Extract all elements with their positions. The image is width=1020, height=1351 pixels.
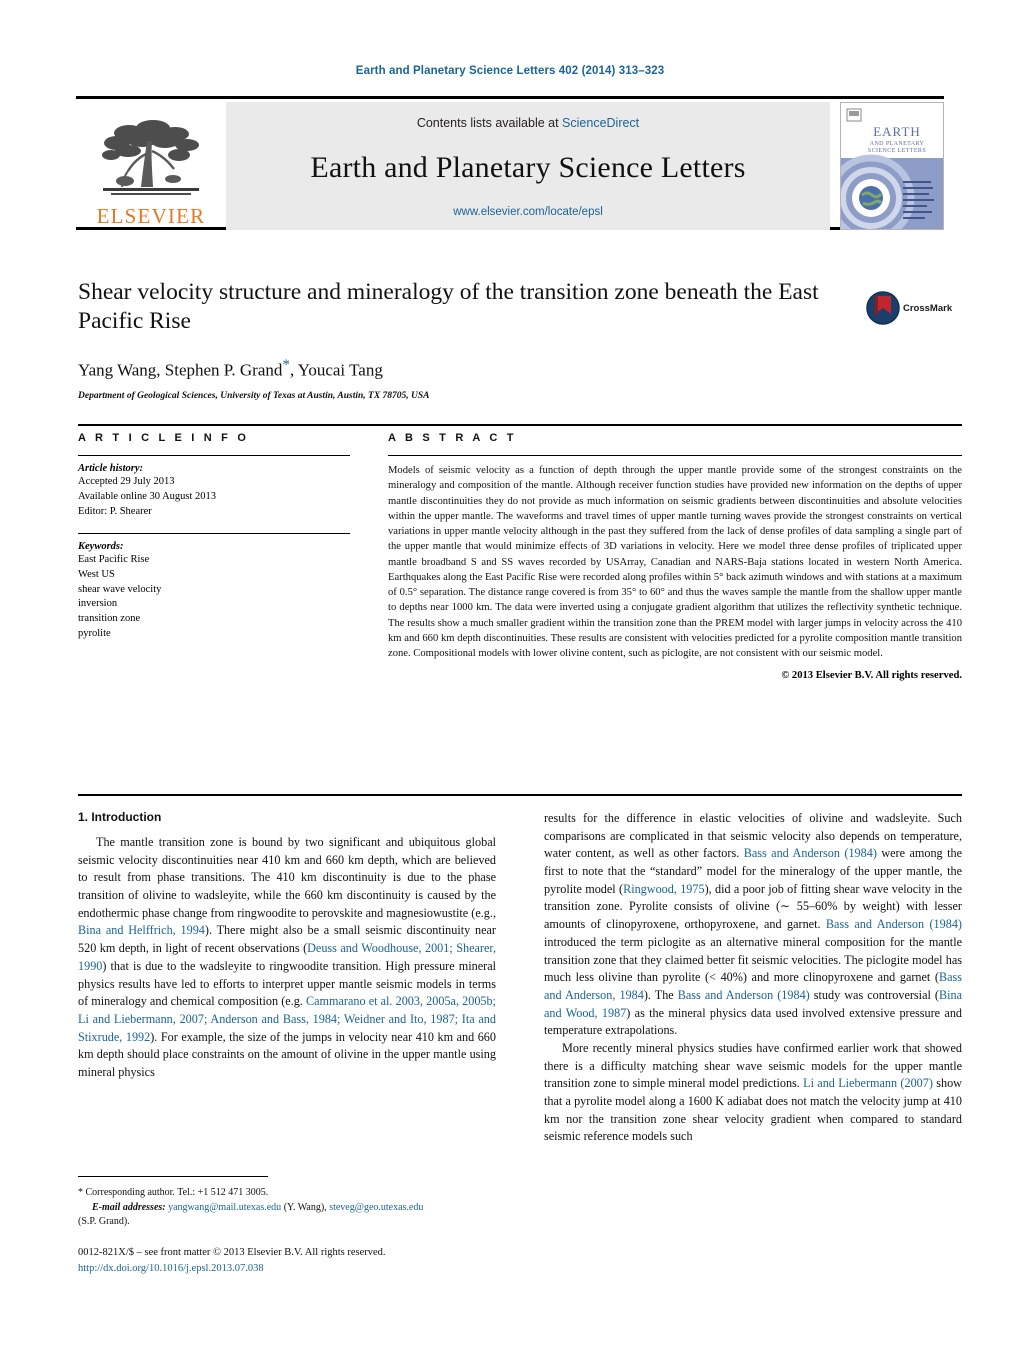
title-block: Shear velocity structure and mineralogy …	[78, 278, 858, 401]
citation-link[interactable]: Li and Liebermann (2007)	[803, 1076, 933, 1090]
article-history-label: Article history:	[78, 463, 144, 474]
running-head: Earth and Planetary Science Letters 402 …	[355, 65, 665, 77]
paragraph-intro-right-1: results for the difference in elastic ve…	[544, 810, 962, 1040]
paper-page: Earth and Planetary Science Letters 402 …	[0, 0, 1020, 1351]
email-link-grand[interactable]: steveg@geo.utexas.edu	[329, 1202, 423, 1213]
svg-text:SCIENCE LETTERS: SCIENCE LETTERS	[868, 148, 926, 154]
corresponding-author-note: * Corresponding author. Tel.: +1 512 471…	[78, 1186, 496, 1201]
body-column-right: results for the difference in elastic ve…	[544, 810, 962, 1146]
issn-front-matter: 0012-821X/$ – see front matter © 2013 El…	[78, 1247, 386, 1258]
author-affiliation: Department of Geological Sciences, Unive…	[78, 391, 430, 402]
email-link-wang[interactable]: yangwang@mail.utexas.edu	[168, 1202, 281, 1213]
keyword-item: shear wave velocity	[78, 583, 162, 595]
body-columns: 1. Introduction The mantle transition zo…	[78, 810, 962, 1146]
article-info-heading: A R T I C L E I N F O	[78, 432, 250, 444]
contents-prefix: Contents lists available at	[416, 116, 563, 130]
citation-link[interactable]: Bass and Anderson (1984)	[744, 846, 877, 860]
text-run: introduced the term piclogite as an alte…	[544, 934, 962, 985]
abstract-text: Models of seismic velocity as a function…	[388, 465, 962, 659]
abstract-column: A B S T R A C T Models of seismic veloci…	[388, 432, 962, 681]
text-run: (Y. Wang),	[281, 1201, 330, 1213]
elsevier-tree-icon	[102, 120, 199, 195]
authors-tail: , Youcai Tang	[289, 360, 383, 380]
crossmark-badge[interactable]: CrossMark	[866, 286, 962, 330]
text-run: study was controversial (	[809, 987, 939, 1002]
divider-above-info	[78, 424, 962, 426]
footnote-divider	[78, 1176, 268, 1177]
citation-link[interactable]: Bina and Helffrich, 1994	[78, 923, 205, 937]
doi-link[interactable]: http://dx.doi.org/10.1016/j.epsl.2013.07…	[78, 1261, 508, 1277]
svg-text:EARTH: EARTH	[873, 124, 921, 139]
body-column-left: 1. Introduction The mantle transition zo…	[78, 810, 496, 1146]
corresponding-author-marker[interactable]: *	[282, 357, 290, 373]
page-title: Shear velocity structure and mineralogy …	[78, 279, 819, 335]
crossmark-icon	[866, 291, 900, 325]
text-run: ). The	[643, 987, 678, 1002]
info-rule-top	[78, 455, 350, 456]
citation-link[interactable]: Bass and Anderson (1984)	[826, 917, 962, 931]
history-editor: Editor: P. Shearer	[78, 505, 152, 517]
crossmark-label: CrossMark	[903, 302, 953, 314]
svg-text:AND PLANETARY: AND PLANETARY	[870, 141, 925, 147]
history-available-online: Available online 30 August 2013	[78, 490, 217, 502]
article-info-column: A R T I C L E I N F O Article history: A…	[78, 432, 350, 681]
imprint-block: 0012-821X/$ – see front matter © 2013 El…	[78, 1245, 508, 1277]
info-abstract-row: A R T I C L E I N F O Article history: A…	[78, 432, 962, 681]
abstract-rule-top	[388, 455, 962, 456]
elsevier-wordmark: ELSEVIER	[96, 204, 206, 228]
email-label: E-mail addresses:	[92, 1201, 166, 1213]
keywords-label: Keywords:	[78, 540, 124, 552]
keyword-item: transition zone	[78, 613, 141, 625]
info-rule-keywords	[78, 532, 350, 534]
email-addresses-note: E-mail addresses: yangwang@mail.utexas.e…	[78, 1201, 496, 1216]
history-accepted: Accepted 29 July 2013	[78, 476, 175, 487]
divider-below-abstract	[78, 794, 962, 796]
masthead-center: Contents lists available at ScienceDirec…	[226, 102, 830, 230]
journal-masthead: ELSEVIER Contents lists available at Sci…	[76, 96, 944, 230]
abstract-heading: A B S T R A C T	[388, 432, 517, 444]
keyword-item: West US	[78, 568, 115, 580]
footnote-marker: *	[78, 1187, 83, 1198]
author-list: Yang Wang, Stephen P. Grand*, Youcai Tan…	[78, 357, 858, 381]
keyword-item: pyrolite	[78, 628, 111, 640]
citation-link[interactable]: Ringwood, 1975	[623, 882, 705, 896]
footnote-block: * Corresponding author. Tel.: +1 512 471…	[78, 1186, 496, 1230]
keywords-block: Keywords: East Pacific Rise West US shea…	[78, 532, 350, 642]
journal-cover-art: EARTH AND PLANETARY SCIENCE LETTERS	[841, 103, 943, 229]
sciencedirect-link[interactable]: ScienceDirect	[562, 116, 639, 130]
elsevier-logo: ELSEVIER	[76, 102, 226, 230]
paragraph-intro-left: The mantle transition zone is bound by t…	[78, 834, 496, 1082]
email-owner-grand: (S.P. Grand).	[78, 1216, 130, 1227]
paragraph-intro-right-2: More recently mineral physics studies ha…	[544, 1040, 962, 1146]
journal-url-link[interactable]: www.elsevier.com/locate/epsl	[453, 206, 603, 218]
journal-title: Earth and Planetary Science Letters	[310, 151, 746, 184]
journal-cover-thumbnail: EARTH AND PLANETARY SCIENCE LETTERS	[840, 102, 944, 230]
keyword-item: inversion	[78, 598, 118, 610]
section-heading-introduction: 1. Introduction	[78, 810, 162, 824]
citation-link[interactable]: Bass and Anderson (1984)	[678, 988, 810, 1002]
text-run: Corresponding author. Tel.: +1 512 471 3…	[85, 1187, 269, 1198]
contents-available-line: Contents lists available at ScienceDirec…	[417, 116, 639, 130]
authors-main: Yang Wang, Stephen P. Grand	[78, 360, 283, 380]
abstract-copyright: © 2013 Elsevier B.V. All rights reserved…	[781, 670, 962, 682]
keyword-item: East Pacific Rise	[78, 553, 150, 565]
text-run: The mantle transition zone is bound by t…	[78, 835, 496, 920]
